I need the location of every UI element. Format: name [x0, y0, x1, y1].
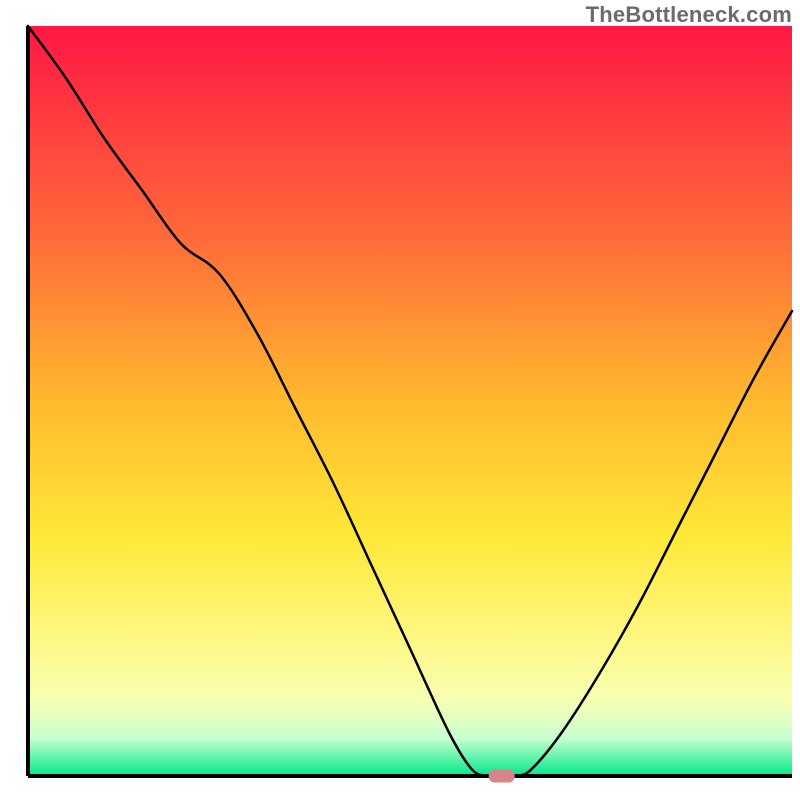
- watermark-text: TheBottleneck.com: [586, 2, 792, 28]
- plot-background: [28, 26, 792, 776]
- optimal-marker: [489, 770, 515, 783]
- chart-container: TheBottleneck.com: [0, 0, 800, 800]
- bottleneck-chart: [0, 0, 800, 800]
